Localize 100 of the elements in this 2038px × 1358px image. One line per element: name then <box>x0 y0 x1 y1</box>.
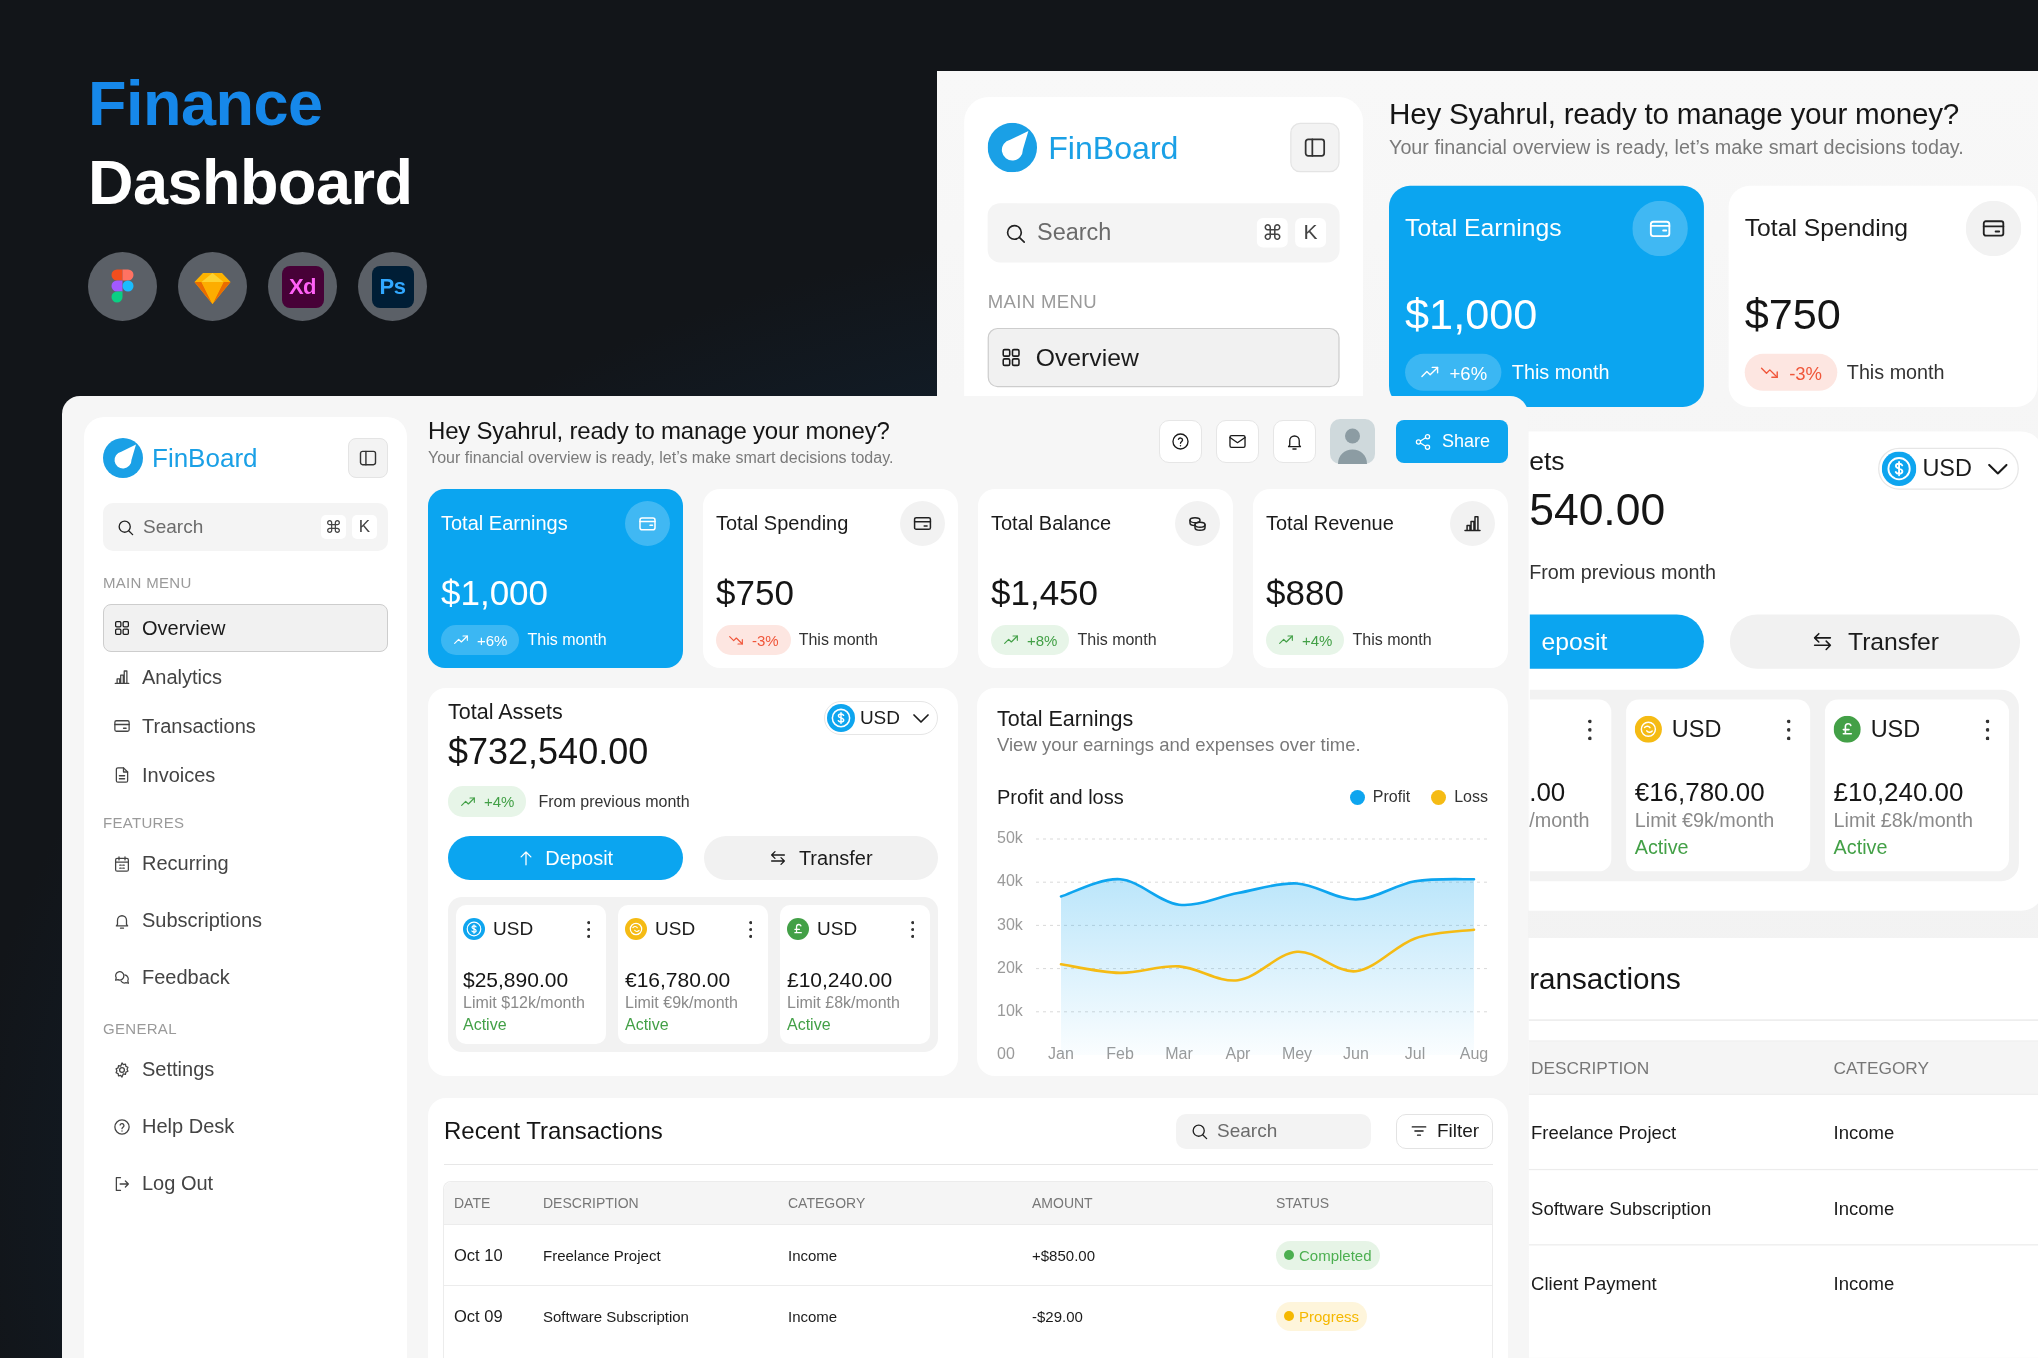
menu-item[interactable]: Settings <box>103 1041 388 1098</box>
menu-section-heading: FEATURES <box>103 813 186 833</box>
menu-item[interactable]: Help Desk <box>103 1098 388 1155</box>
axis-tick-label: 40k <box>997 872 1023 890</box>
bar-chart-icon <box>1450 501 1495 546</box>
change-value: +6% <box>1449 361 1488 383</box>
stat-title: Total Revenue <box>1266 512 1394 535</box>
menu-item[interactable]: Overview <box>987 327 1340 388</box>
transfer-button[interactable]: Transfer <box>703 836 938 880</box>
greeting-heading: Hey Syahrul, ready to manage your money? <box>1389 96 1961 132</box>
transfer-button[interactable]: Transfer <box>1729 614 2021 669</box>
account-balance: £10,240.00 <box>1833 776 1965 808</box>
total-amount: 540.00 <box>1529 484 1667 537</box>
chevron-down-icon <box>913 713 929 723</box>
sidebar-toggle-button[interactable] <box>348 438 388 478</box>
account-balance: €16,780.00 <box>625 967 732 993</box>
avatar-icon[interactable] <box>1330 419 1375 464</box>
period-label: This month <box>1352 631 1432 649</box>
currency-dropdown[interactable]: USD <box>823 701 938 735</box>
menu-item[interactable]: Feedback <box>103 949 388 1006</box>
axis-tick-label: 10k <box>997 1002 1023 1020</box>
account-currency: USD <box>1671 715 1723 743</box>
greeting-subtitle: Your financial overview is ready, let’s make smart decisions today. <box>1389 136 1964 159</box>
change-value: -3% <box>752 631 779 649</box>
grid-icon <box>1000 346 1023 369</box>
menu-item[interactable]: Log Out <box>103 1155 388 1212</box>
menu-item[interactable]: Overview <box>103 604 388 652</box>
account-balance: $25,890.00 <box>463 967 570 993</box>
axis-category-label: Jan <box>1048 1045 1074 1063</box>
table-cell: Income <box>1833 1272 1895 1294</box>
column-header: DATE <box>454 1195 491 1211</box>
question-circle-icon <box>113 1117 131 1136</box>
axis-tick-label: 20k <box>997 958 1023 976</box>
account-balance: €16,780.00 <box>1634 776 1766 808</box>
axis-category-label: Mey <box>1281 1045 1313 1063</box>
axis-category-label: Apr <box>1225 1045 1251 1063</box>
chat-bubbles-icon <box>113 968 131 987</box>
currency-dropdown[interactable]: USD <box>1877 447 2019 490</box>
menu-item[interactable]: Subscriptions <box>103 892 388 949</box>
greeting-subtitle: Your financial overview is ready, let’s make smart decisions today. <box>428 449 894 467</box>
shortcut-key: ⌘ <box>321 515 346 539</box>
period-label: This month <box>1077 631 1157 649</box>
total-amount: $732,540.00 <box>448 731 650 773</box>
menu-item[interactable]: Analytics <box>103 653 388 701</box>
calendar-icon <box>113 854 131 873</box>
vertical-dots-icon[interactable] <box>1587 718 1592 740</box>
account-limit: Limit $12k/month <box>463 993 586 1013</box>
stat-title: Total Spending <box>1744 214 1909 243</box>
table-cell: Client Payment <box>1531 1272 1657 1294</box>
swirl-coin-icon <box>1634 715 1662 743</box>
filter-button[interactable]: Filter <box>1396 1113 1493 1149</box>
vertical-dots-icon[interactable] <box>1786 718 1791 740</box>
search-field[interactable]: Search <box>1176 1113 1371 1149</box>
sidebar-panel-icon <box>1302 135 1328 160</box>
table-cell: Freelance Project <box>1531 1121 1677 1143</box>
sidebar-toggle-button[interactable] <box>1290 122 1340 173</box>
account-currency: USD <box>493 918 535 940</box>
period-label: This month <box>1846 361 1945 384</box>
bell-icon <box>1285 432 1304 451</box>
menu-section-heading: MAIN MENU <box>987 289 1098 314</box>
vertical-dots-icon[interactable] <box>1984 718 1990 740</box>
account-status: Active <box>625 1015 670 1035</box>
change-value: -3% <box>1789 361 1823 383</box>
table-cell: Freelance Project <box>543 1246 661 1264</box>
chevron-down-icon <box>1988 463 2008 475</box>
axis-category-label: Feb <box>1106 1045 1134 1063</box>
exit-arrow-icon <box>113 1174 131 1193</box>
credit-card-icon <box>1965 200 2022 257</box>
mail-button[interactable] <box>1216 420 1259 463</box>
column-header: DESCRIPTION <box>543 1195 639 1211</box>
vertical-dots-icon[interactable] <box>910 920 914 938</box>
dollar-coin-icon <box>1881 451 1917 486</box>
table-cell: Oct 09 <box>454 1306 503 1326</box>
swap-arrows-icon <box>768 849 787 867</box>
table-cell: Income <box>1833 1121 1895 1143</box>
account-limit: Limit £8k/month <box>1833 808 1975 833</box>
stat-value: $1,000 <box>1405 288 1539 340</box>
menu-item[interactable]: Invoices <box>103 751 388 799</box>
headline: Dashboard <box>88 146 413 219</box>
vertical-dots-icon[interactable] <box>586 920 590 938</box>
menu-item[interactable]: Transactions <box>103 702 388 750</box>
help-button[interactable] <box>1159 420 1202 463</box>
axis-tick-label: 00 <box>997 1045 1015 1063</box>
card-title: Total Earnings <box>997 706 1135 733</box>
vertical-dots-icon[interactable] <box>748 920 752 938</box>
stat-value: $880 <box>1266 572 1345 614</box>
column-header: STATUS <box>1276 1195 1330 1211</box>
settings-icon <box>113 1060 131 1079</box>
change-note: From previous month <box>538 792 690 811</box>
account-status: Active <box>1833 835 1889 860</box>
stat-title: Total Earnings <box>441 512 568 535</box>
card-title: ransactions <box>1528 961 1682 996</box>
brand-name: FinBoard <box>152 443 259 473</box>
change-value: +6% <box>477 631 508 649</box>
table-cell: Software Subscription <box>1531 1196 1712 1218</box>
column-header: DESCRIPTION <box>1531 1057 1650 1078</box>
account-status: Active <box>787 1015 832 1035</box>
menu-item[interactable]: Recurring <box>103 835 388 892</box>
notifications-button[interactable] <box>1273 420 1316 463</box>
brand-name: FinBoard <box>1048 129 1180 167</box>
